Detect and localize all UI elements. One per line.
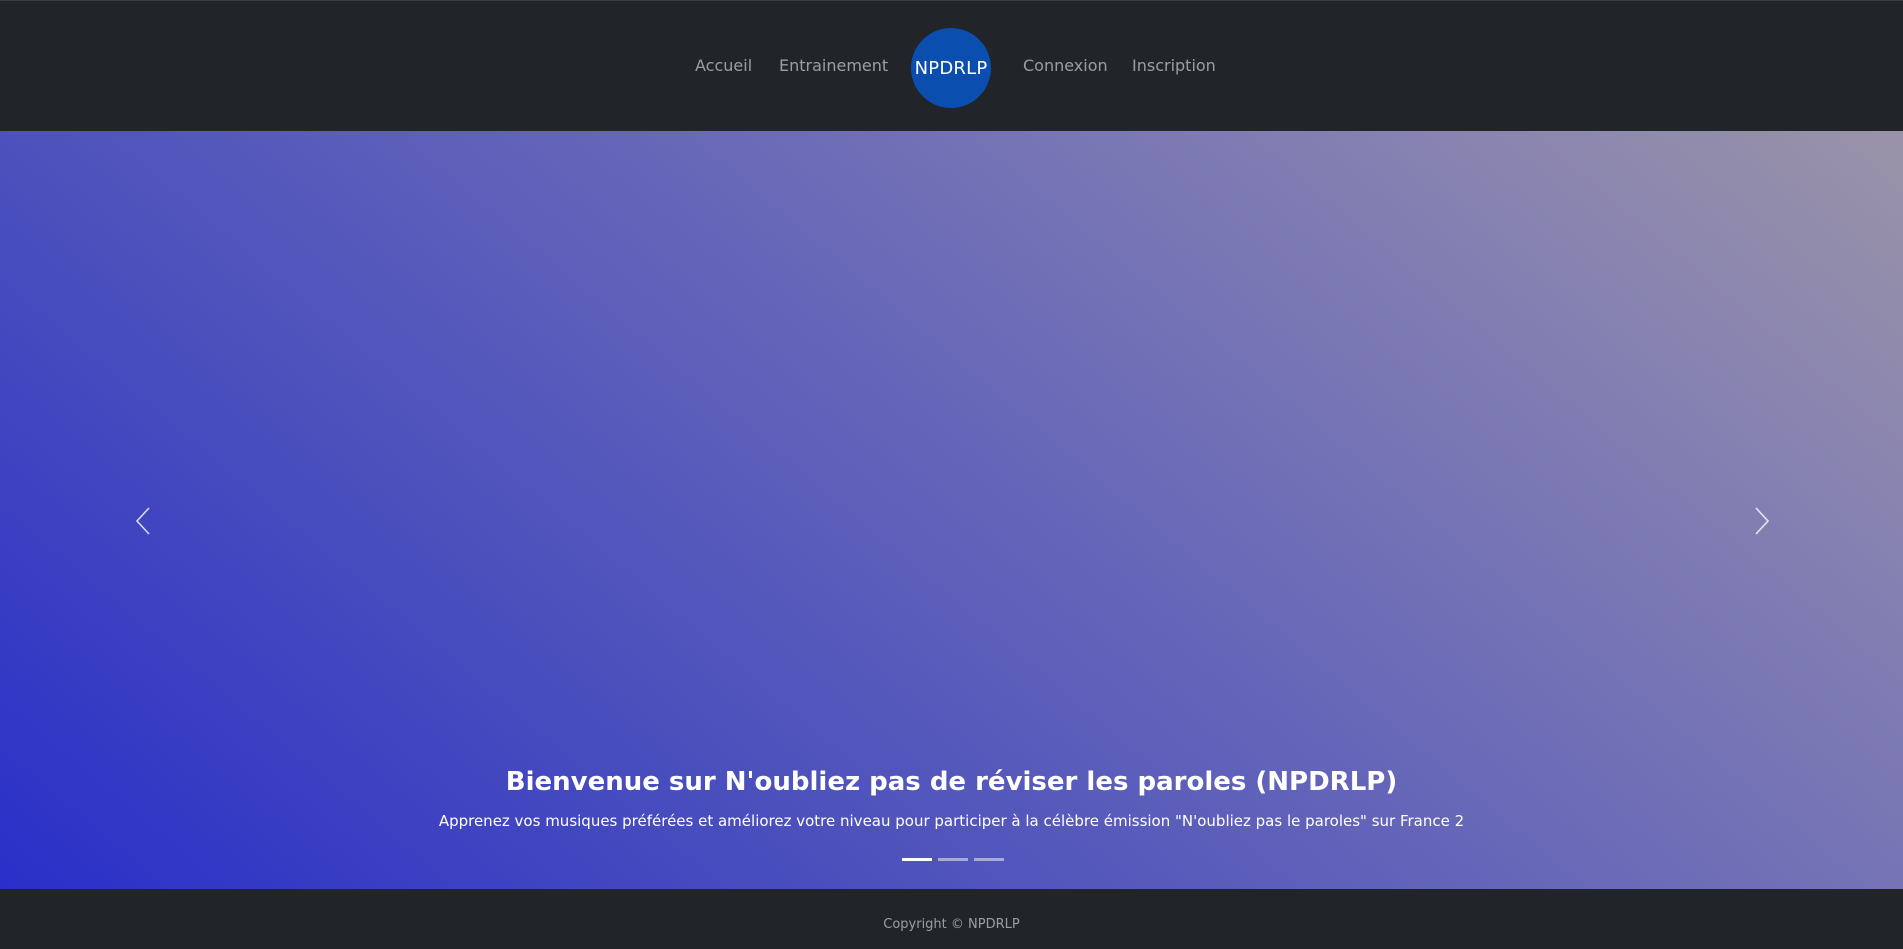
nav-link-connexion[interactable]: Connexion: [1023, 56, 1108, 75]
carousel-prev-button[interactable]: [128, 491, 158, 551]
site-logo[interactable]: NPDRLP: [911, 28, 991, 108]
nav-link-entrainement[interactable]: Entrainement: [779, 56, 888, 75]
logo-text: NPDRLP: [914, 57, 988, 79]
navbar: Accueil Entrainement NPDRLP Connexion In…: [0, 0, 1903, 131]
carousel-indicator-3[interactable]: [974, 858, 1004, 861]
hero-carousel: Bienvenue sur N'oubliez pas de réviser l…: [0, 131, 1903, 889]
carousel-indicator-1[interactable]: [902, 858, 932, 861]
carousel-caption-title: Bienvenue sur N'oubliez pas de réviser l…: [505, 767, 1398, 797]
nav-link-accueil[interactable]: Accueil: [695, 56, 752, 75]
copyright-text: Copyright © NPDRLP: [883, 917, 1020, 932]
carousel-caption-text: Apprenez vos musiques préférées et améli…: [438, 812, 1465, 830]
carousel-indicator-2[interactable]: [938, 858, 968, 861]
chevron-left-icon: [135, 507, 150, 535]
footer: Copyright © NPDRLP: [0, 889, 1903, 949]
carousel-indicators: [902, 858, 1004, 861]
chevron-right-icon: [1755, 507, 1770, 535]
nav-link-inscription[interactable]: Inscription: [1132, 56, 1216, 75]
carousel-next-button[interactable]: [1747, 491, 1777, 551]
